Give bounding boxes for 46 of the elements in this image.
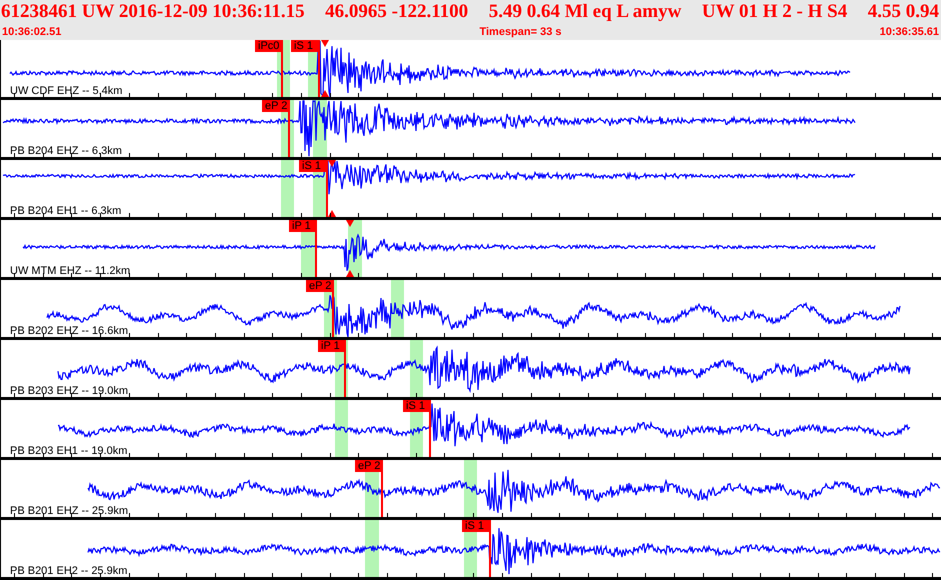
end-time: 10:36:35.61 — [880, 24, 939, 40]
pick-flag[interactable]: iP 1 — [289, 220, 316, 232]
triangle-marker-icon[interactable] — [328, 160, 336, 167]
pick-line — [489, 520, 491, 577]
triangle-marker-icon[interactable] — [346, 220, 354, 227]
event-info: 61238461 UW 2016-12-09 10:36:11.15 — [1, 0, 305, 24]
pick-flag[interactable]: iPc0 — [255, 40, 282, 52]
pick-line — [344, 340, 346, 397]
pick-window — [365, 520, 379, 577]
pick-window — [410, 340, 423, 397]
trace-label: UW CDF EHZ -- 5.4km — [10, 85, 122, 98]
pick-flag[interactable]: iS 1 — [403, 400, 430, 412]
event-info: 4.55 0.94 — [868, 0, 939, 24]
event-info: 5.49 0.64 Ml eq L amyw — [488, 0, 682, 24]
pick-line — [315, 220, 317, 277]
pick-flag[interactable]: eP 2 — [306, 280, 334, 292]
pick-line — [281, 40, 283, 97]
trace-label: UW MTM EHZ -- 11.2km — [10, 265, 130, 278]
pick-line — [429, 400, 431, 457]
pick-flag[interactable]: eP 2 — [355, 460, 382, 472]
pick-line — [288, 100, 290, 157]
pick-flag[interactable]: iS 1 — [291, 40, 319, 52]
pick-window — [281, 160, 294, 217]
event-info: 46.0965 -122.1100 — [325, 0, 468, 24]
triangle-marker-icon[interactable] — [346, 270, 354, 277]
pick-flag[interactable]: iS 1 — [462, 520, 490, 532]
trace-label: PB B202 EHZ -- 16.6km — [10, 325, 128, 338]
pick-flag[interactable]: eP 2 — [262, 100, 290, 112]
timespan: Timespan= 33 s — [479, 24, 562, 40]
pick-line — [332, 280, 334, 337]
pick-line — [381, 460, 383, 517]
start-time: 10:36:02.51 — [2, 24, 62, 40]
triangle-marker-icon[interactable] — [321, 40, 329, 47]
trace-label: PB B204 EH1 -- 6.3km — [10, 205, 122, 218]
event-info: UW 01 H 2 - H S4 — [702, 0, 848, 24]
trace-label: PB B203 EH1 -- 19.0km — [10, 445, 128, 458]
pick-line — [326, 160, 328, 217]
trace-label: PB B201 EHZ -- 25.9km — [10, 505, 128, 518]
pick-line — [318, 40, 320, 97]
pick-window — [335, 400, 348, 457]
trace-label: PB B201 EH2 -- 25.9km — [10, 565, 128, 578]
pick-flag[interactable]: iP 1 — [318, 340, 345, 352]
trace-label: PB B204 EHZ -- 6.3km — [10, 145, 122, 158]
trace-label: PB B203 EHZ -- 19.0km — [10, 385, 128, 398]
triangle-marker-icon[interactable] — [321, 90, 329, 97]
pick-window — [464, 460, 477, 517]
